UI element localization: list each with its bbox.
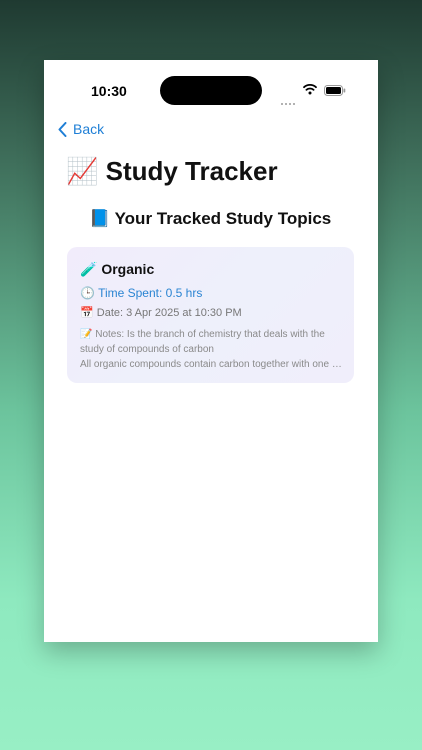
topic-name-text: Organic	[101, 261, 155, 277]
page-title-text: Study Tracker	[105, 156, 278, 186]
section-heading: 📘 Your Tracked Study Topics	[89, 209, 331, 229]
topic-date-text: Date: 3 Apr 2025 at 10:30 PM	[96, 307, 242, 319]
section-heading-text: Your Tracked Study Topics	[114, 209, 332, 228]
topic-notes: 📝 Notes: Is the branch of chemistry that…	[80, 327, 342, 372]
status-time: 10:30	[91, 83, 127, 99]
chevron-left-icon	[58, 121, 67, 137]
notes-line-1: Notes: Is the branch of chemistry that d…	[80, 329, 325, 355]
clock-icon: 🕒	[80, 286, 95, 300]
phone-screen: 10:30 Back 📈 Study Tracker 📘 Your Tracke…	[44, 60, 378, 642]
back-button[interactable]: Back	[58, 119, 104, 139]
topic-date: 📅 Date: 3 Apr 2025 at 10:30 PM	[80, 306, 242, 319]
test-tube-icon: 🧪	[80, 262, 98, 278]
battery-icon	[324, 85, 346, 96]
time-spent-text: Time Spent: 0.5 hrs	[98, 286, 203, 300]
status-bar: 10:30	[44, 60, 378, 120]
book-icon: 📘	[89, 209, 111, 229]
dynamic-island	[160, 76, 262, 105]
calendar-icon: 📅	[80, 306, 94, 319]
notes-line-2: All organic compounds contain carbon tog…	[80, 359, 342, 370]
chart-increasing-icon: 📈	[66, 157, 99, 187]
wifi-icon	[303, 84, 317, 95]
back-label: Back	[73, 121, 105, 137]
page-title: 📈 Study Tracker	[66, 156, 278, 187]
memo-icon: 📝	[80, 329, 93, 340]
time-spent: 🕒 Time Spent: 0.5 hrs	[80, 286, 202, 300]
signal-icon	[281, 87, 297, 105]
topic-card[interactable]: 🧪 Organic 🕒 Time Spent: 0.5 hrs 📅 Date: …	[67, 247, 354, 383]
topic-name: 🧪 Organic	[80, 261, 154, 278]
